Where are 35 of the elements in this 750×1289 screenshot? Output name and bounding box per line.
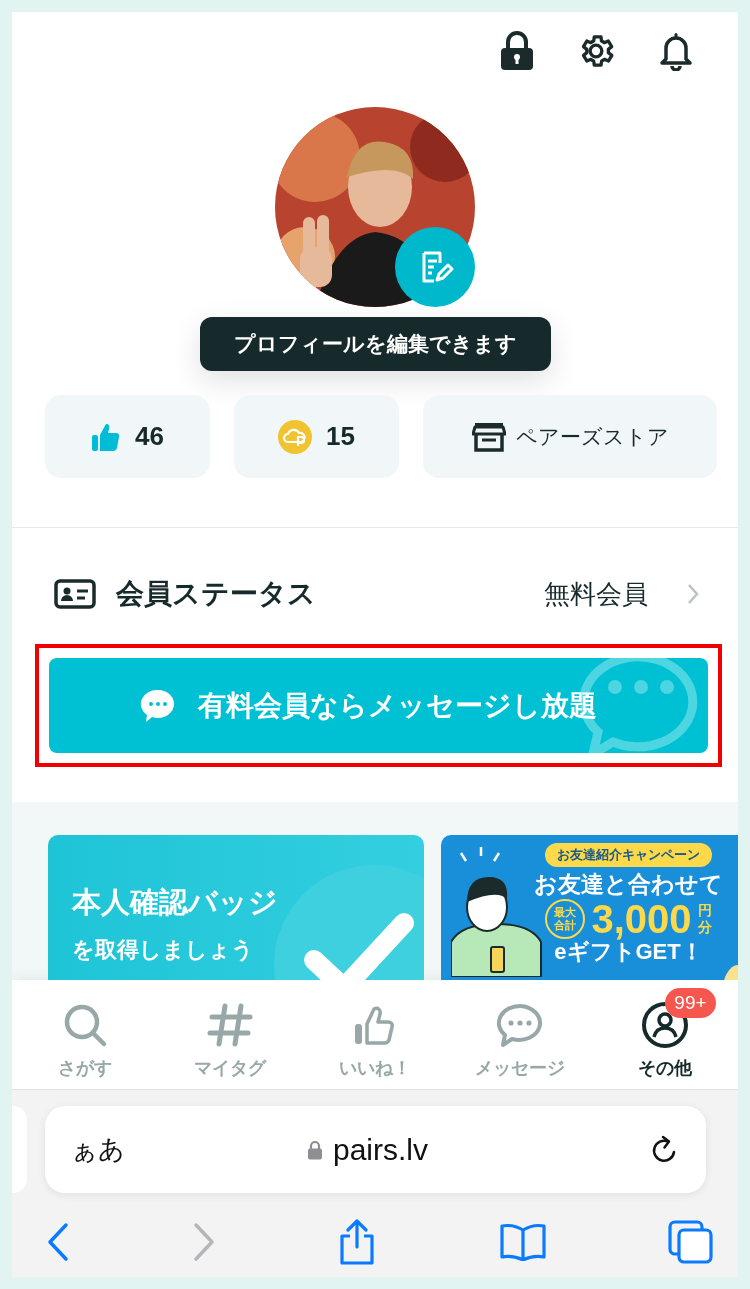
banner-title: 本人確認バッジ [72,885,279,920]
bell-icon[interactable] [658,31,694,71]
chat-bubble-icon [140,687,176,724]
coin-icon [278,419,313,454]
hashtag-icon [206,1002,253,1048]
amount-prefix: 最大 合計 [545,899,586,939]
store-button[interactable]: ペアーズストア [423,395,717,478]
address-bar[interactable]: ぁあ pairs.lv [45,1106,706,1193]
amount-unit: 円 分 [697,902,712,936]
likes-counter[interactable]: 46 [45,395,210,478]
tooltip: プロフィールを編集できます [199,317,551,371]
thumbs-up-icon [91,421,122,452]
membership-label: 会員ステータス [116,577,317,611]
bookmarks-icon[interactable] [498,1223,547,1261]
amount-text: 3,000 [591,899,692,939]
store-icon [471,420,506,453]
text-size-button[interactable]: ぁあ [71,1132,125,1167]
lock-icon [307,1139,323,1160]
tab-item[interactable]: 99+ その他 [595,984,736,1080]
membership-status-row[interactable]: 会員ステータス 無料会員 [12,528,738,626]
share-icon[interactable] [337,1219,377,1265]
chat-bubble-icon [496,1002,545,1048]
url-text: pairs.lv [333,1132,428,1167]
banner-headline: お友達と合わせて [534,870,723,898]
points-counter[interactable]: 15 [234,395,399,478]
notification-badge: 99+ [665,988,716,1018]
lock-icon[interactable] [500,31,534,71]
membership-value: 無料会員 [544,577,648,611]
tabs-icon[interactable] [668,1220,714,1264]
back-icon[interactable] [46,1222,70,1262]
banner-footer: eギフトGET！ [554,939,703,965]
campaign-tag: お友達紹介キャンペーン [545,843,712,867]
banner-subtitle: を取得しましょう [72,936,255,964]
chevron-right-icon [686,582,700,606]
id-card-icon [54,579,96,609]
